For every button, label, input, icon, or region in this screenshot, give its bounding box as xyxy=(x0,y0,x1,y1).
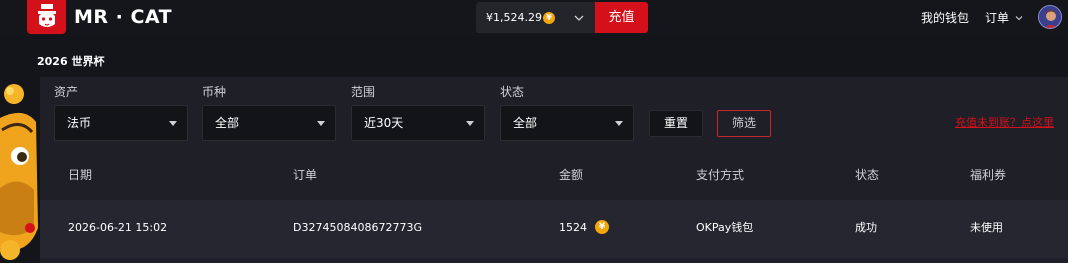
currency-select[interactable]: 全部 xyxy=(202,105,336,141)
status-select-value: 全部 xyxy=(513,116,538,130)
row-date: 2026-06-21 15:02 xyxy=(68,221,168,234)
nav-orders[interactable]: 订单 xyxy=(985,9,1009,27)
row-amount: 1524 xyxy=(559,221,587,234)
column-header-date: 日期 xyxy=(68,168,93,182)
asset-filter-label: 资产 xyxy=(54,85,79,99)
currency-select-value: 全部 xyxy=(215,116,240,130)
avatar[interactable] xyxy=(1038,5,1062,29)
top-bar: MR · CAT ¥1,524.29 ¥ 充值 我的钱包 订单 xyxy=(0,0,1068,36)
column-header-status: 状态 xyxy=(855,168,880,182)
table-row[interactable] xyxy=(40,200,1068,258)
user-avatar-icon xyxy=(1039,6,1061,28)
chevron-down-icon[interactable] xyxy=(573,12,585,24)
page-title: 2026 世界杯 xyxy=(37,55,105,68)
caret-down-icon xyxy=(317,121,325,126)
range-filter-label: 范围 xyxy=(351,85,376,99)
asset-select-value: 法币 xyxy=(67,116,92,130)
mascot-illustration-icon xyxy=(0,84,38,260)
balance-display[interactable]: ¥1,524.29 ¥ xyxy=(476,2,596,33)
range-select-value: 近30天 xyxy=(364,116,404,130)
recharge-button[interactable]: 充值 xyxy=(595,2,648,33)
column-header-amount: 金额 xyxy=(559,168,584,182)
cat-logo-icon[interactable] xyxy=(27,0,66,34)
row-status: 成功 xyxy=(855,221,877,234)
asset-select[interactable]: 法币 xyxy=(54,105,188,141)
caret-down-icon xyxy=(466,121,474,126)
filter-button[interactable]: 筛选 xyxy=(717,110,771,137)
recharge-help-link[interactable]: 充值未到账？点这里 xyxy=(955,116,1054,130)
status-filter-label: 状态 xyxy=(500,85,525,99)
brand-name[interactable]: MR · CAT xyxy=(74,4,172,30)
row-payment-method: OKPay钱包 xyxy=(696,221,754,234)
row-order-id: D3274508408672773G xyxy=(293,221,422,234)
reset-button[interactable]: 重置 xyxy=(649,110,703,137)
status-select[interactable]: 全部 xyxy=(500,105,634,141)
currency-filter-label: 币种 xyxy=(202,85,227,99)
row-coupon: 未使用 xyxy=(970,221,1003,234)
range-select[interactable]: 近30天 xyxy=(351,105,485,141)
chevron-down-icon[interactable] xyxy=(1014,13,1024,23)
balance-amount: ¥1,524.29 xyxy=(486,11,542,24)
yuan-coin-icon: ¥ xyxy=(543,12,555,24)
nav-my-wallet[interactable]: 我的钱包 xyxy=(921,9,969,27)
column-header-payment: 支付方式 xyxy=(696,168,745,182)
yuan-coin-icon: ¥ xyxy=(595,220,609,234)
column-header-coupon: 福利券 xyxy=(970,168,1007,182)
column-header-order: 订单 xyxy=(293,168,318,182)
caret-down-icon xyxy=(615,121,623,126)
caret-down-icon xyxy=(169,121,177,126)
